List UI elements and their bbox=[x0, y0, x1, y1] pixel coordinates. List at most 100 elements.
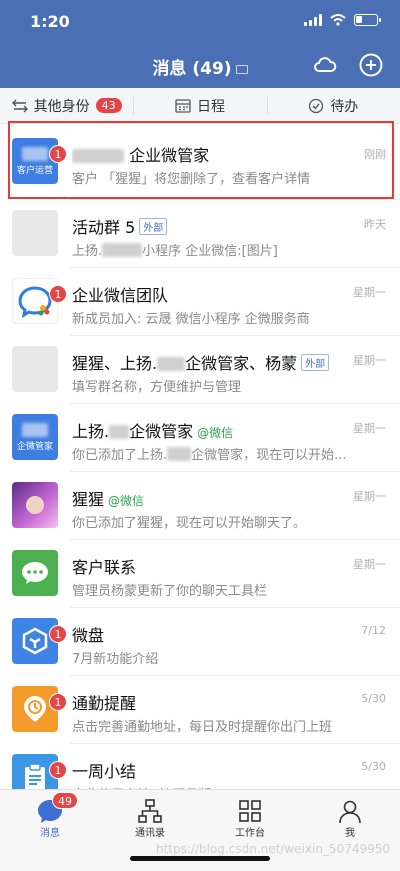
chat-time: 星期一 bbox=[353, 558, 386, 571]
chat-name-prefix: 猩猩、上扬. bbox=[72, 354, 158, 373]
clipboard-icon bbox=[25, 763, 45, 790]
grid-icon bbox=[239, 800, 261, 822]
chat-time: 星期一 bbox=[353, 354, 386, 367]
list-item[interactable]: 猩猩 @微信 你已添加了猩猩，现在可以开始聊天了。 星期一 bbox=[0, 472, 400, 540]
chat-name: 猩猩 @微信 bbox=[72, 486, 340, 510]
list-item[interactable]: 1 微盘 7月新功能介绍 7/12 bbox=[0, 608, 400, 676]
chat-preview: 上扬. 小程序 企业微信:[图片] bbox=[72, 240, 384, 259]
preview-prefix: 上扬. bbox=[72, 244, 103, 259]
add-icon[interactable] bbox=[358, 52, 384, 78]
avatar: 1 bbox=[12, 686, 67, 732]
avatar-caption: 企微管家 bbox=[16, 441, 53, 452]
clock-pin-icon bbox=[24, 696, 46, 722]
chat-name: 企业微信团队 bbox=[72, 286, 169, 305]
status-time: 1:20 bbox=[30, 12, 70, 31]
list-item[interactable]: 客户联系 管理员杨蒙更新了你的聊天工具栏 星期一 bbox=[0, 540, 400, 608]
cloud-icon[interactable] bbox=[312, 52, 338, 78]
filter-other-identity[interactable]: 其他身份 43 bbox=[0, 88, 133, 123]
filter-todo-label: 待办 bbox=[330, 98, 359, 115]
filter-other-identity-label: 其他身份 bbox=[33, 98, 90, 115]
filter-other-identity-badge: 43 bbox=[95, 98, 122, 113]
avatar-caption: 客户运营 bbox=[16, 165, 53, 176]
tab-me[interactable]: 我 bbox=[300, 790, 400, 871]
page-title: 消息 (49) bbox=[0, 54, 400, 79]
preview-prefix: 你已添加了上扬. bbox=[72, 448, 168, 463]
wifi-icon bbox=[330, 14, 346, 26]
chat-dots-icon bbox=[22, 562, 48, 584]
chat-name-text: 企微管家、杨蒙 bbox=[185, 354, 298, 373]
status-bar: 1:20 bbox=[0, 0, 400, 42]
calendar-icon bbox=[175, 99, 191, 113]
unread-badge: 1 bbox=[49, 285, 67, 303]
chat-name: 一周小结 bbox=[72, 762, 137, 781]
preview-text: 小程序 企业微信:[图片] bbox=[142, 244, 278, 259]
wechat-tag: @微信 bbox=[108, 494, 145, 508]
chat-name: 客户联系 bbox=[72, 558, 137, 577]
external-tag: 外部 bbox=[139, 218, 168, 235]
chat-name: 上扬. 企微管家 @微信 bbox=[72, 418, 340, 442]
list-item[interactable]: 1 通勤提醒 点击完善通勤地址，每日及时提醒你出门上班 5/30 bbox=[0, 676, 400, 744]
chat-time: 5/30 bbox=[361, 692, 386, 705]
chat-time: 星期一 bbox=[353, 422, 386, 435]
pc-online-icon bbox=[235, 64, 248, 74]
wecom-logo-icon bbox=[18, 286, 52, 319]
redacted-text bbox=[157, 357, 186, 371]
tab-messages[interactable]: 49 消息 bbox=[0, 790, 100, 871]
filter-todo[interactable]: 待办 bbox=[266, 88, 400, 123]
list-item[interactable]: 猩猩、上扬. 企微管家、杨蒙 外部 填写群名称，方便维护与管理 星期一 bbox=[0, 336, 400, 404]
chat-preview: 你已添加了猩猩，现在可以开始聊天了。 bbox=[72, 516, 307, 531]
chat-time: 星期一 bbox=[353, 490, 386, 503]
chat-time: 刚刚 bbox=[364, 148, 386, 161]
chat-preview: 管理员杨蒙更新了你的聊天工具栏 bbox=[72, 584, 268, 599]
filter-schedule-label: 日程 bbox=[196, 98, 225, 115]
org-chart-icon bbox=[138, 799, 162, 823]
chat-name-prefix: 上扬. bbox=[72, 422, 110, 441]
redacted-text bbox=[167, 447, 192, 461]
chat-preview: 你已添加了上扬. 企微管家，现在可以开始... bbox=[72, 444, 384, 463]
filter-schedule[interactable]: 日程 bbox=[133, 88, 266, 123]
chat-name: 通勤提醒 bbox=[72, 694, 137, 713]
list-item[interactable]: 活动群 5 外部 上扬. 小程序 企业微信:[图片] 昨天 bbox=[0, 200, 400, 268]
external-tag: 外部 bbox=[301, 354, 330, 371]
page-title-text: 消息 (49) bbox=[152, 59, 232, 79]
chat-preview: 填写群名称，方便维护与管理 bbox=[72, 380, 242, 395]
nav-bar: 消息 (49) bbox=[0, 42, 400, 88]
chat-time: 昨天 bbox=[364, 218, 386, 231]
chat-name-text: 活动群 5 bbox=[72, 218, 136, 237]
list-item[interactable]: 客户运营 1 企业微管家 客户 「猩猩」将您删除了，查看客户详情 刚刚 bbox=[0, 124, 400, 200]
tab-me-label: 我 bbox=[345, 828, 355, 839]
redacted-text bbox=[72, 149, 124, 163]
preview-text: 企微管家，现在可以开始... bbox=[191, 448, 347, 463]
check-circle-icon bbox=[309, 98, 324, 113]
chat-time: 5/30 bbox=[361, 760, 386, 773]
list-item[interactable]: 1 企业微信团队 新成员加入: 云晟 微信小程序 企微服务商 星期一 bbox=[0, 268, 400, 336]
blurred-logo bbox=[22, 422, 48, 437]
drive-cube-icon bbox=[22, 627, 48, 655]
avatar bbox=[12, 346, 58, 392]
person-icon bbox=[339, 800, 361, 824]
avatar: 1 bbox=[12, 278, 67, 324]
avatar: 客户运营 1 bbox=[12, 138, 67, 184]
message-list: 客户运营 1 企业微管家 客户 「猩猩」将您删除了，查看客户详情 刚刚 活动群 … bbox=[0, 124, 400, 812]
avatar bbox=[12, 550, 58, 596]
chat-time: 星期一 bbox=[353, 286, 386, 299]
avatar bbox=[12, 482, 58, 528]
tab-messages-badge: 49 bbox=[52, 792, 78, 809]
chat-preview: 客户 「猩猩」将您删除了，查看客户详情 bbox=[72, 172, 311, 187]
home-indicator bbox=[130, 856, 270, 861]
chat-name-text: 企微管家 bbox=[129, 422, 194, 441]
chat-preview: 7月新功能介绍 bbox=[72, 652, 159, 667]
chat-preview: 新成员加入: 云晟 微信小程序 企微服务商 bbox=[72, 312, 310, 327]
blurred-logo bbox=[22, 146, 48, 161]
chat-name-text: 猩猩 bbox=[72, 490, 105, 509]
unread-badge: 1 bbox=[49, 693, 67, 711]
list-item[interactable]: 企微管家 上扬. 企微管家 @微信 你已添加了上扬. 企微管家，现在可以开始... 星… bbox=[0, 404, 400, 472]
chat-name: 企业微管家 bbox=[72, 142, 340, 166]
tab-contacts-label: 通讯录 bbox=[135, 828, 165, 839]
switch-arrows-icon bbox=[11, 99, 28, 112]
chat-preview: 点击完善通勤地址，每日及时提醒你出门上班 bbox=[72, 720, 333, 735]
tab-workbench-label: 工作台 bbox=[235, 828, 265, 839]
status-icons bbox=[304, 14, 381, 26]
unread-badge: 1 bbox=[49, 625, 67, 643]
chat-name-text: 企业微管家 bbox=[129, 146, 210, 165]
